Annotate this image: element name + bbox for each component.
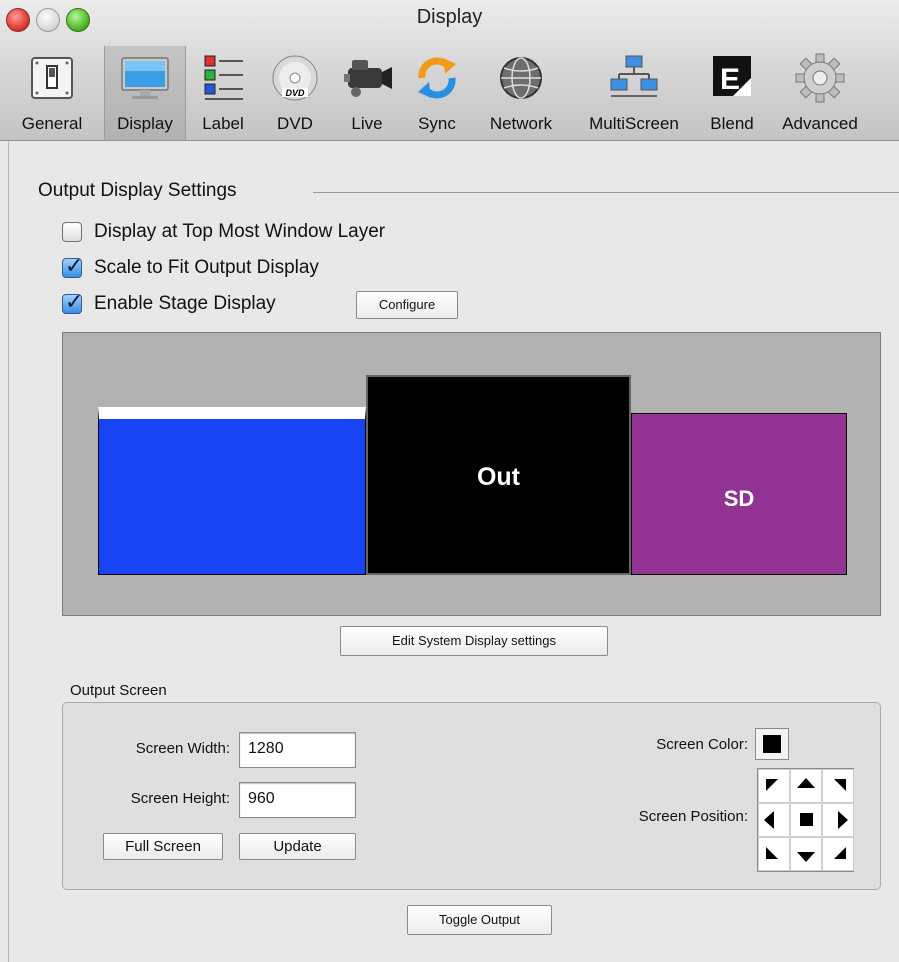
configure-button[interactable]: Configure [356,291,458,319]
toolbar-label: DVD [277,114,313,133]
svg-text:DVD: DVD [285,88,305,98]
position-bottom-button[interactable] [790,837,822,871]
toolbar-label: Network [489,114,553,133]
position-bottom-right-button[interactable] [822,837,854,871]
video-camera-icon [344,60,392,97]
screen-width-field[interactable]: 1280 [239,732,356,768]
toolbar-item-network[interactable]: Network [476,46,566,140]
blend-e-icon: E [713,56,751,96]
arrow-bottom-right-icon [834,847,846,859]
network-screens-icon [610,55,658,97]
window-title: Display [416,6,483,28]
main-display-screen[interactable] [98,407,366,575]
screen-color-swatch [763,735,781,753]
toolbar-item-live[interactable]: Live [332,46,402,140]
screen-position-grid [757,768,854,872]
preferences-toolbar: General Display Label DVD DVD Live Sync … [0,46,899,140]
checkmark-icon: ✓ [65,289,84,314]
edit-system-display-button[interactable]: Edit System Display settings [340,626,608,656]
scale-to-fit-checkbox[interactable]: ✓ [62,253,83,278]
toolbar-label: MultiScreen [589,114,679,133]
toolbar-item-dvd[interactable]: DVD DVD [262,46,328,140]
position-right-button[interactable] [822,803,854,837]
toolbar-label: Advanced [782,114,858,133]
output-screen-label: Out [476,463,521,491]
gear-icon [795,53,845,103]
position-bottom-left-button[interactable] [758,837,790,871]
output-screen-group-title: Output Screen [70,682,167,699]
toolbar-item-sync[interactable]: Sync [406,46,468,140]
arrow-down-icon [797,852,815,862]
toolbar-label: General [21,114,83,133]
toolbar-label: Sync [418,114,456,133]
toolbar-item-general[interactable]: General [0,46,104,140]
update-button[interactable]: Update [239,833,356,860]
position-top-left-button[interactable] [758,769,790,803]
display-arrangement-preview: Out SD [62,332,881,616]
full-screen-button[interactable]: Full Screen [103,833,223,860]
section-divider [313,192,899,193]
screen-height-label: Screen Height: [130,790,230,807]
toolbar-item-blend[interactable]: E Blend [700,46,764,140]
title-bar: Display General Display Label DVD DVD Li… [0,0,899,141]
top-most-label: Display at Top Most Window Layer [94,221,386,242]
position-left-button[interactable] [758,803,790,837]
color-list-icon [204,55,243,100]
top-most-checkbox[interactable] [62,222,82,242]
globe-icon [500,57,542,99]
switch-icon [31,57,73,99]
screen-width-label: Screen Width: [135,740,230,757]
stage-screen-label: SD [723,486,755,511]
screen-color-label: Screen Color: [656,736,748,753]
toolbar-label: Display [117,114,173,133]
toggle-output-button[interactable]: Toggle Output [407,905,552,935]
toolbar-item-label[interactable]: Label [188,46,258,140]
scale-to-fit-label: Scale to Fit Output Display [94,257,319,278]
arrow-top-left-icon [766,779,778,791]
toolbar-label: Live [351,114,383,133]
sync-arrows-icon [418,57,456,99]
toolbar-item-display[interactable]: Display [104,46,186,140]
toolbar-label: Blend [710,114,754,133]
toolbar-label: Label [202,114,244,133]
arrow-left-icon [764,811,774,829]
stage-display-label: Enable Stage Display [94,293,276,314]
preferences-window: Display General Display Label DVD DVD Li… [0,0,899,962]
toolbar-item-multiscreen[interactable]: MultiScreen [574,46,694,140]
arrow-right-icon [838,811,848,829]
position-top-button[interactable] [790,769,822,803]
screen-position-label: Screen Position: [638,808,748,825]
arrow-top-right-icon [834,779,846,791]
position-top-right-button[interactable] [822,769,854,803]
dvd-disc-icon: DVD [272,55,318,101]
position-center-button[interactable] [790,803,822,837]
monitor-icon [121,57,169,99]
checkmark-icon: ✓ [65,253,84,278]
section-title: Output Display Settings [38,180,237,201]
arrow-up-icon [797,778,815,788]
screen-height-field[interactable]: 960 [239,782,356,818]
center-square-icon [800,813,813,826]
stage-display-screen[interactable]: SD [631,413,847,575]
screen-color-well[interactable] [755,728,789,760]
stage-display-checkbox[interactable]: ✓ [62,289,83,314]
toolbar-item-advanced[interactable]: Advanced [770,46,870,140]
output-display-screen[interactable]: Out [366,375,631,575]
svg-text:E: E [720,63,740,96]
arrow-bottom-left-icon [766,847,778,859]
